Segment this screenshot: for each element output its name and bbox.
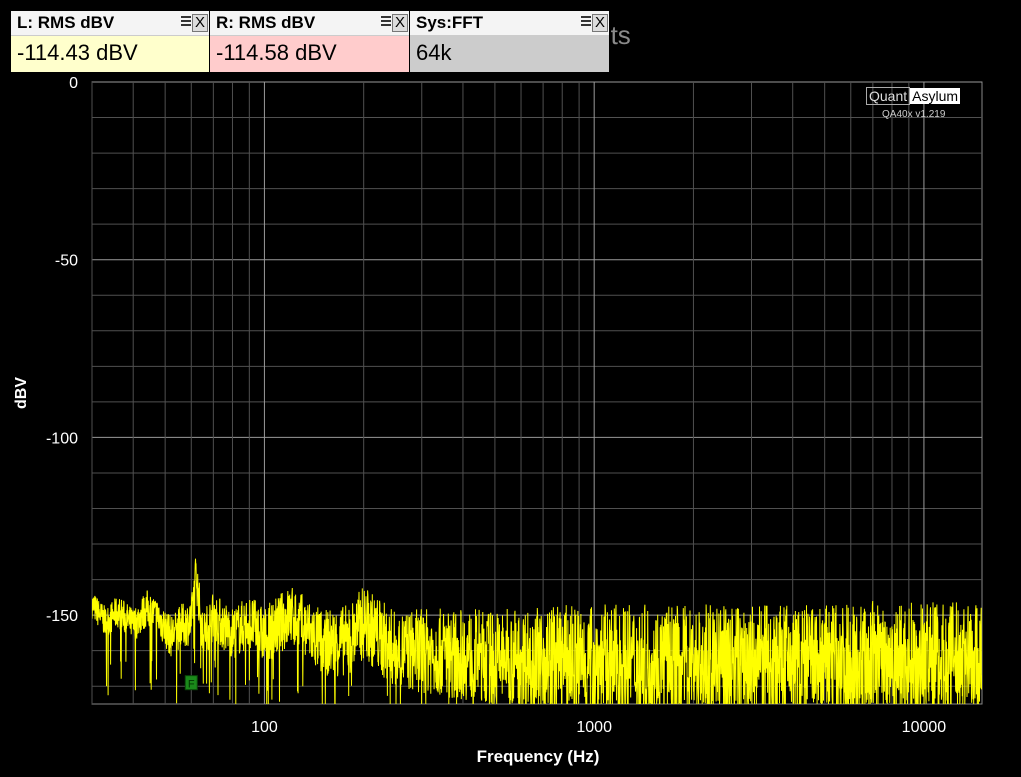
- y-axis-label: dBV: [13, 377, 30, 409]
- y-tick-label: 0: [69, 75, 78, 92]
- y-tick-label: -50: [55, 253, 78, 270]
- y-tick-label: -100: [46, 430, 78, 447]
- version-label: QA40x v1.219: [882, 109, 946, 120]
- x-tick-label: 100: [251, 719, 278, 736]
- x-tick-label: 1000: [576, 719, 612, 736]
- fft-chart[interactable]: 0 -50 -100 -150 100 1000 10000 F Frequency (Hz…: [0, 0, 1021, 777]
- marker-group[interactable]: F: [184, 675, 198, 691]
- quantasylum-logo: Quant Asylum: [866, 87, 961, 105]
- marker-label: F: [188, 679, 195, 691]
- y-tick-label: -150: [46, 608, 78, 625]
- x-tick-label: 10000: [902, 719, 947, 736]
- x-axis-label: Frequency (Hz): [477, 747, 600, 766]
